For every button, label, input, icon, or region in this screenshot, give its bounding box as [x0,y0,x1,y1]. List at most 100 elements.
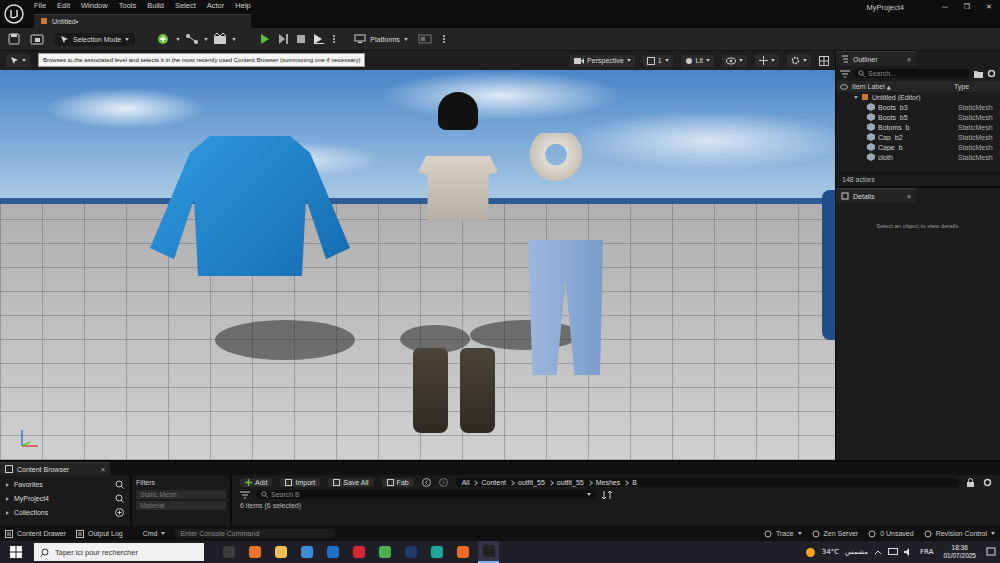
taskbar-search[interactable]: Taper ici pour rechercher [34,543,204,561]
source-section[interactable]: Collections [6,508,124,517]
breadcrumb-item[interactable]: Content [481,479,506,486]
outliner-search[interactable]: Search... [854,69,970,78]
scarf-model[interactable] [530,133,582,181]
filter-icon[interactable] [840,70,850,78]
outliner-tab[interactable]: Outliner× [836,51,916,66]
boot-model[interactable] [460,348,495,433]
source-section[interactable]: MyProject4 [6,494,124,503]
status-button[interactable]: Output Log [76,530,123,538]
type-column[interactable]: Type [954,83,996,90]
gear-icon[interactable] [983,478,992,487]
viewport-scene[interactable] [0,70,835,460]
status-button[interactable]: Zen Server [812,530,859,538]
eject-icon[interactable] [314,34,324,44]
status-button[interactable]: Content Drawer [5,530,66,538]
breadcrumb-item[interactable]: All [462,479,470,486]
level-tab[interactable]: Untitled• [34,14,251,28]
outliner-row[interactable]: Botoms_bStaticMesh [836,122,1000,132]
viewport-menu[interactable] [6,54,30,67]
content-browser-button[interactable]: Add [240,478,272,487]
snap-dropdown[interactable] [787,54,811,67]
clock[interactable]: 18:3601/07/2025 [943,544,976,560]
taskbar-app[interactable] [426,541,447,563]
content-browser-button[interactable]: Import [280,478,320,487]
content-browser-tab[interactable]: Content Browser× [0,462,110,475]
blueprint-icon[interactable] [185,33,199,45]
content-browser-button[interactable]: Save All [328,478,373,487]
forward-icon[interactable] [439,478,448,487]
selection-mode-dropdown[interactable]: Selection Mode [54,33,135,46]
search-icon[interactable] [115,494,124,503]
show-dropdown[interactable] [722,55,747,67]
add-icon[interactable] [115,508,124,517]
search-icon[interactable] [115,480,124,489]
transform-dropdown[interactable] [755,54,779,67]
status-button[interactable]: Trace [764,530,802,538]
stop-icon[interactable] [296,34,306,44]
view-index-dropdown[interactable]: 1 [643,55,673,67]
cap-model[interactable] [438,92,478,130]
settings-icon[interactable] [418,34,432,44]
taskbar-app[interactable] [322,541,343,563]
save-icon[interactable] [8,33,20,45]
window-control[interactable]: ✕ [978,0,1000,14]
outliner-row[interactable]: Cape_bStaticMesh [836,142,1000,152]
gear-icon[interactable] [987,69,996,78]
taskbar-app[interactable] [244,541,265,563]
filter-item[interactable]: Static Mesh [136,490,226,499]
outliner-row[interactable]: Cap_b2StaticMesh [836,132,1000,142]
filter-item[interactable]: Material [136,501,226,510]
volume-icon[interactable] [904,548,914,556]
source-section[interactable]: Favorites [6,480,124,489]
lit-dropdown[interactable]: Lit [681,55,714,67]
filter-icon[interactable] [240,491,250,499]
perspective-dropdown[interactable]: Perspective [570,55,635,67]
add-actor-icon[interactable] [157,33,171,45]
taskbar-app[interactable] [400,541,421,563]
layout-icon[interactable] [819,56,829,66]
platforms-dropdown[interactable]: Platforms [354,34,408,44]
taskbar-app[interactable] [348,541,369,563]
chevron-up-icon[interactable] [874,549,882,555]
taskbar-app[interactable] [218,541,239,563]
language[interactable]: FRA [920,548,933,556]
taskbar-app[interactable] [452,541,473,563]
menu-item[interactable]: Build [147,1,164,10]
taskbar-app[interactable] [270,541,291,563]
menu-item[interactable]: Actor [207,1,225,10]
tree-root[interactable]: Untitled (Editor) [836,92,1000,102]
outliner-row[interactable]: Boots_b3StaticMesh [836,102,1000,112]
status-button[interactable]: 0 Unsaved [868,530,913,538]
network-icon[interactable] [888,548,898,556]
outliner-row[interactable]: clothStaticMesh [836,152,1000,162]
outliner-row[interactable]: Boots_b5StaticMesh [836,112,1000,122]
taskbar-app[interactable] [296,541,317,563]
play-icon[interactable] [260,34,270,44]
breadcrumb-item[interactable]: outfit_55 [518,479,545,486]
windows-start-icon[interactable] [10,546,22,558]
menu-item[interactable]: Window [81,1,108,10]
menu-item[interactable]: Tools [119,1,137,10]
unreal-logo-icon[interactable] [0,0,28,28]
more-icon[interactable] [442,34,446,44]
menu-item[interactable]: Edit [57,1,70,10]
window-control[interactable]: ❐ [956,0,978,14]
content-search[interactable]: Search B [256,490,596,499]
menu-item[interactable]: Help [235,1,250,10]
taskbar-app[interactable] [478,541,499,563]
breadcrumb-item[interactable]: Meshes [596,479,621,486]
shirt-model[interactable] [418,156,498,220]
cmd-dropdown[interactable]: Cmd [143,530,166,537]
boot-model[interactable] [413,348,448,433]
menu-item[interactable]: File [34,1,46,10]
content-browser-button[interactable]: Fab [382,478,414,487]
notifications-icon[interactable] [986,547,996,557]
weather[interactable]: 34°C [822,548,839,556]
taskbar-app[interactable] [374,541,395,563]
lock-icon[interactable] [966,478,975,487]
status-button[interactable]: Revision Control [924,530,995,538]
window-control[interactable]: — [934,0,956,14]
step-icon[interactable] [278,34,288,44]
character-model[interactable] [822,190,835,340]
more-icon[interactable] [332,34,336,44]
